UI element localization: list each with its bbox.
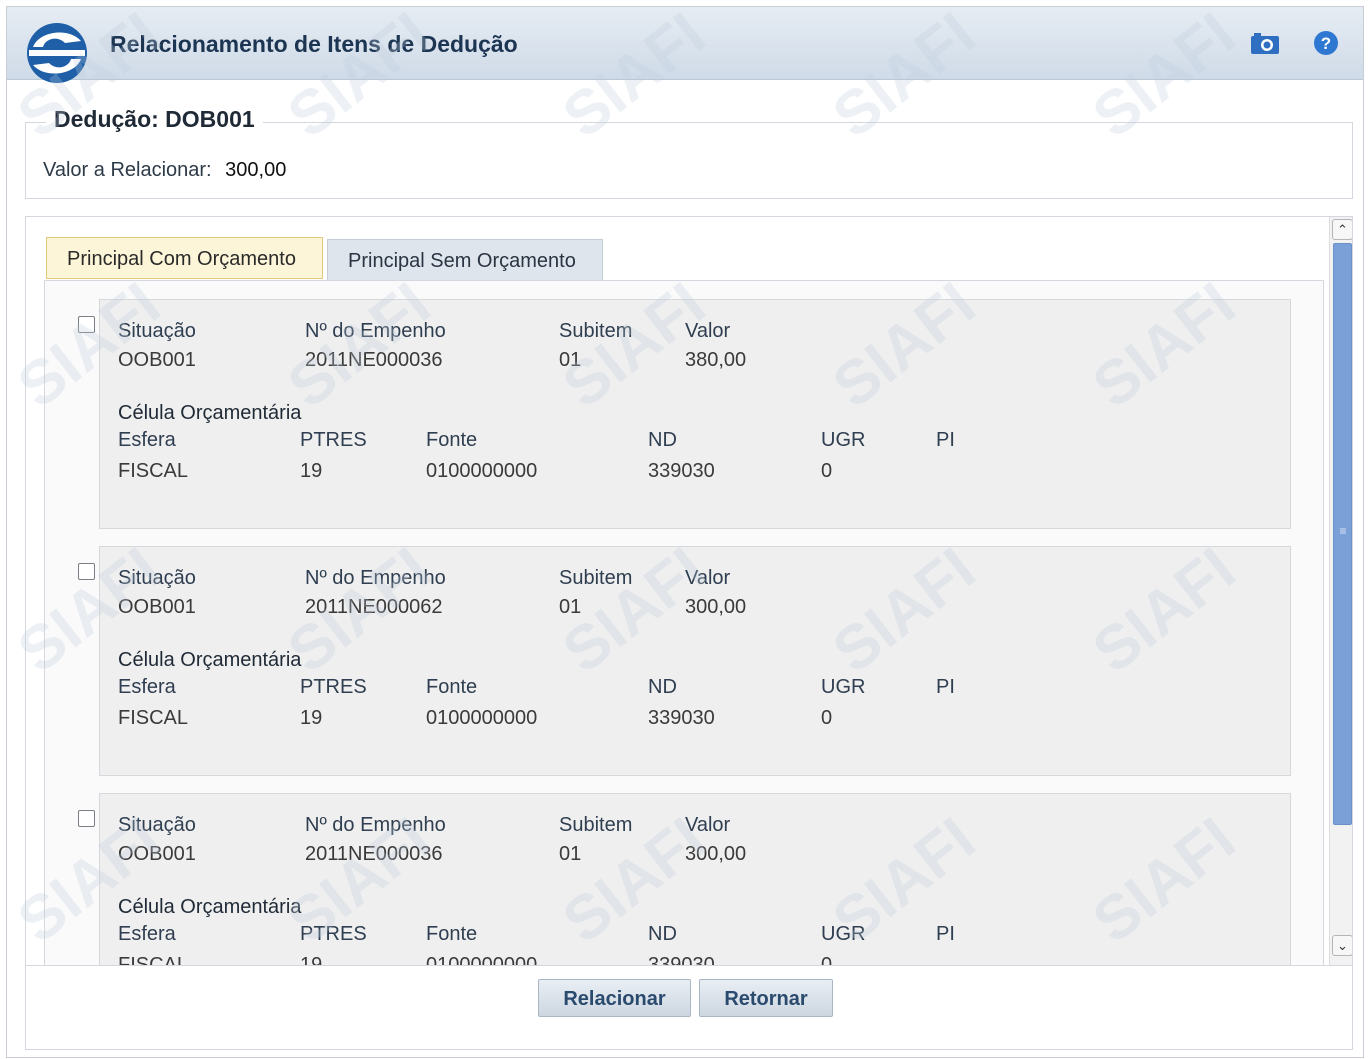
- empenho-value: 2011NE000062: [305, 596, 443, 618]
- ugr-label: UGR: [821, 923, 866, 945]
- ugr-label: UGR: [821, 429, 866, 451]
- situacao-label: Situação: [118, 320, 196, 342]
- valor-label: Valor: [685, 567, 731, 589]
- nd-label: ND: [648, 676, 677, 698]
- empenho-label: Nº do Empenho: [305, 567, 446, 589]
- grip-icon: ≡: [1339, 524, 1347, 538]
- empenho-value: 2011NE000036: [305, 843, 443, 865]
- scroll-down-icon[interactable]: ⌄: [1332, 935, 1352, 956]
- tab-principal-com-orcamento[interactable]: Principal Com Orçamento: [46, 237, 323, 279]
- valor-value: 380,00: [685, 349, 747, 371]
- subitem-label: Subitem: [559, 567, 633, 589]
- valor-label: Valor: [685, 814, 731, 836]
- item-card: Situação OOB001 Nº do Empenho 2011NE000062 S…: [78, 546, 1291, 776]
- ptres-label: PTRES: [300, 923, 367, 945]
- item-card: Situação OOB001 Nº do Empenho 2011NE000036 S…: [78, 793, 1291, 965]
- svg-text:?: ?: [1321, 34, 1331, 53]
- subitem-value: 01: [559, 596, 582, 618]
- ptres-label: PTRES: [300, 676, 367, 698]
- esfera-label: Esfera: [118, 429, 176, 451]
- subitem-value: 01: [559, 349, 582, 371]
- nd-value: 339030: [648, 460, 715, 482]
- situacao-value: OOB001: [118, 843, 196, 865]
- nd-label: ND: [648, 429, 677, 451]
- valor-value: 300,00: [225, 159, 287, 181]
- ugr-value: 0: [821, 707, 833, 729]
- fonte-label: Fonte: [426, 923, 478, 945]
- situacao-value: OOB001: [118, 596, 196, 618]
- item-checkbox[interactable]: [78, 316, 95, 333]
- nd-value: 339030: [648, 707, 715, 729]
- ptres-value: 19: [300, 707, 323, 729]
- pi-label: PI: [936, 676, 955, 698]
- valor-a-relacionar: Valor a Relacionar: 300,00: [43, 159, 286, 182]
- item-checkbox[interactable]: [78, 810, 95, 827]
- subitem-label: Subitem: [559, 814, 633, 836]
- ugr-value: 0: [821, 460, 833, 482]
- ptres-label: PTRES: [300, 429, 367, 451]
- esfera-value: FISCAL: [118, 707, 189, 729]
- valor-value: 300,00: [685, 843, 747, 865]
- items-panel: Principal Com Orçamento Principal Sem Or…: [25, 216, 1353, 966]
- fonte-value: 0100000000: [426, 460, 538, 482]
- pi-label: PI: [936, 923, 955, 945]
- situacao-label: Situação: [118, 814, 196, 836]
- empenho-value: 2011NE000036: [305, 349, 443, 371]
- celula-orcamentaria-label: Célula Orçamentária: [118, 649, 302, 671]
- help-icon[interactable]: ?: [1312, 29, 1344, 57]
- vertical-scrollbar[interactable]: ⌃ ≡ ⌄: [1329, 217, 1352, 965]
- empenho-label: Nº do Empenho: [305, 320, 446, 342]
- item-checkbox[interactable]: [78, 563, 95, 580]
- fonte-label: Fonte: [426, 676, 478, 698]
- esfera-value: FISCAL: [118, 460, 189, 482]
- item-card: Situação OOB001 Nº do Empenho 2011NE000036 S…: [78, 299, 1291, 529]
- subitem-value: 01: [559, 843, 582, 865]
- esfera-label: Esfera: [118, 676, 176, 698]
- fonte-label: Fonte: [426, 429, 478, 451]
- celula-orcamentaria-label: Célula Orçamentária: [118, 402, 302, 424]
- camera-icon[interactable]: [1249, 29, 1281, 57]
- deducao-legend: Dedução: DOB001: [46, 106, 263, 133]
- subitem-label: Subitem: [559, 320, 633, 342]
- scroll-up-icon[interactable]: ⌃: [1332, 219, 1352, 240]
- deducao-fieldset: Dedução: DOB001 Valor a Relacionar: 300,…: [25, 106, 1353, 199]
- title-bar: Relacionamento de Itens de Dedução ?: [7, 7, 1363, 83]
- empenho-label: Nº do Empenho: [305, 814, 446, 836]
- tab-principal-sem-orcamento[interactable]: Principal Sem Orçamento: [327, 239, 603, 281]
- scroll-thumb[interactable]: ≡: [1333, 243, 1352, 825]
- app-window: Relacionamento de Itens de Dedução ? Ded…: [6, 6, 1364, 1058]
- valor-label: Valor: [685, 320, 731, 342]
- ptres-value: 19: [300, 460, 323, 482]
- situacao-value: OOB001: [118, 349, 196, 371]
- pi-label: PI: [936, 429, 955, 451]
- window-title: Relacionamento de Itens de Dedução: [110, 31, 518, 57]
- esfera-label: Esfera: [118, 923, 176, 945]
- celula-orcamentaria-label: Célula Orçamentária: [118, 896, 302, 918]
- situacao-label: Situação: [118, 567, 196, 589]
- nd-label: ND: [648, 923, 677, 945]
- fonte-value: 0100000000: [426, 707, 538, 729]
- tab-content: Situação OOB001 Nº do Empenho 2011NE000036 S…: [44, 280, 1324, 965]
- valor-label: Valor a Relacionar:: [43, 159, 212, 181]
- valor-value: 300,00: [685, 596, 747, 618]
- siafi-logo-icon: [27, 23, 87, 83]
- retornar-button[interactable]: Retornar: [699, 979, 833, 1017]
- button-bar: Relacionar Retornar: [25, 965, 1353, 1050]
- relacionar-button[interactable]: Relacionar: [538, 979, 691, 1017]
- ugr-label: UGR: [821, 676, 866, 698]
